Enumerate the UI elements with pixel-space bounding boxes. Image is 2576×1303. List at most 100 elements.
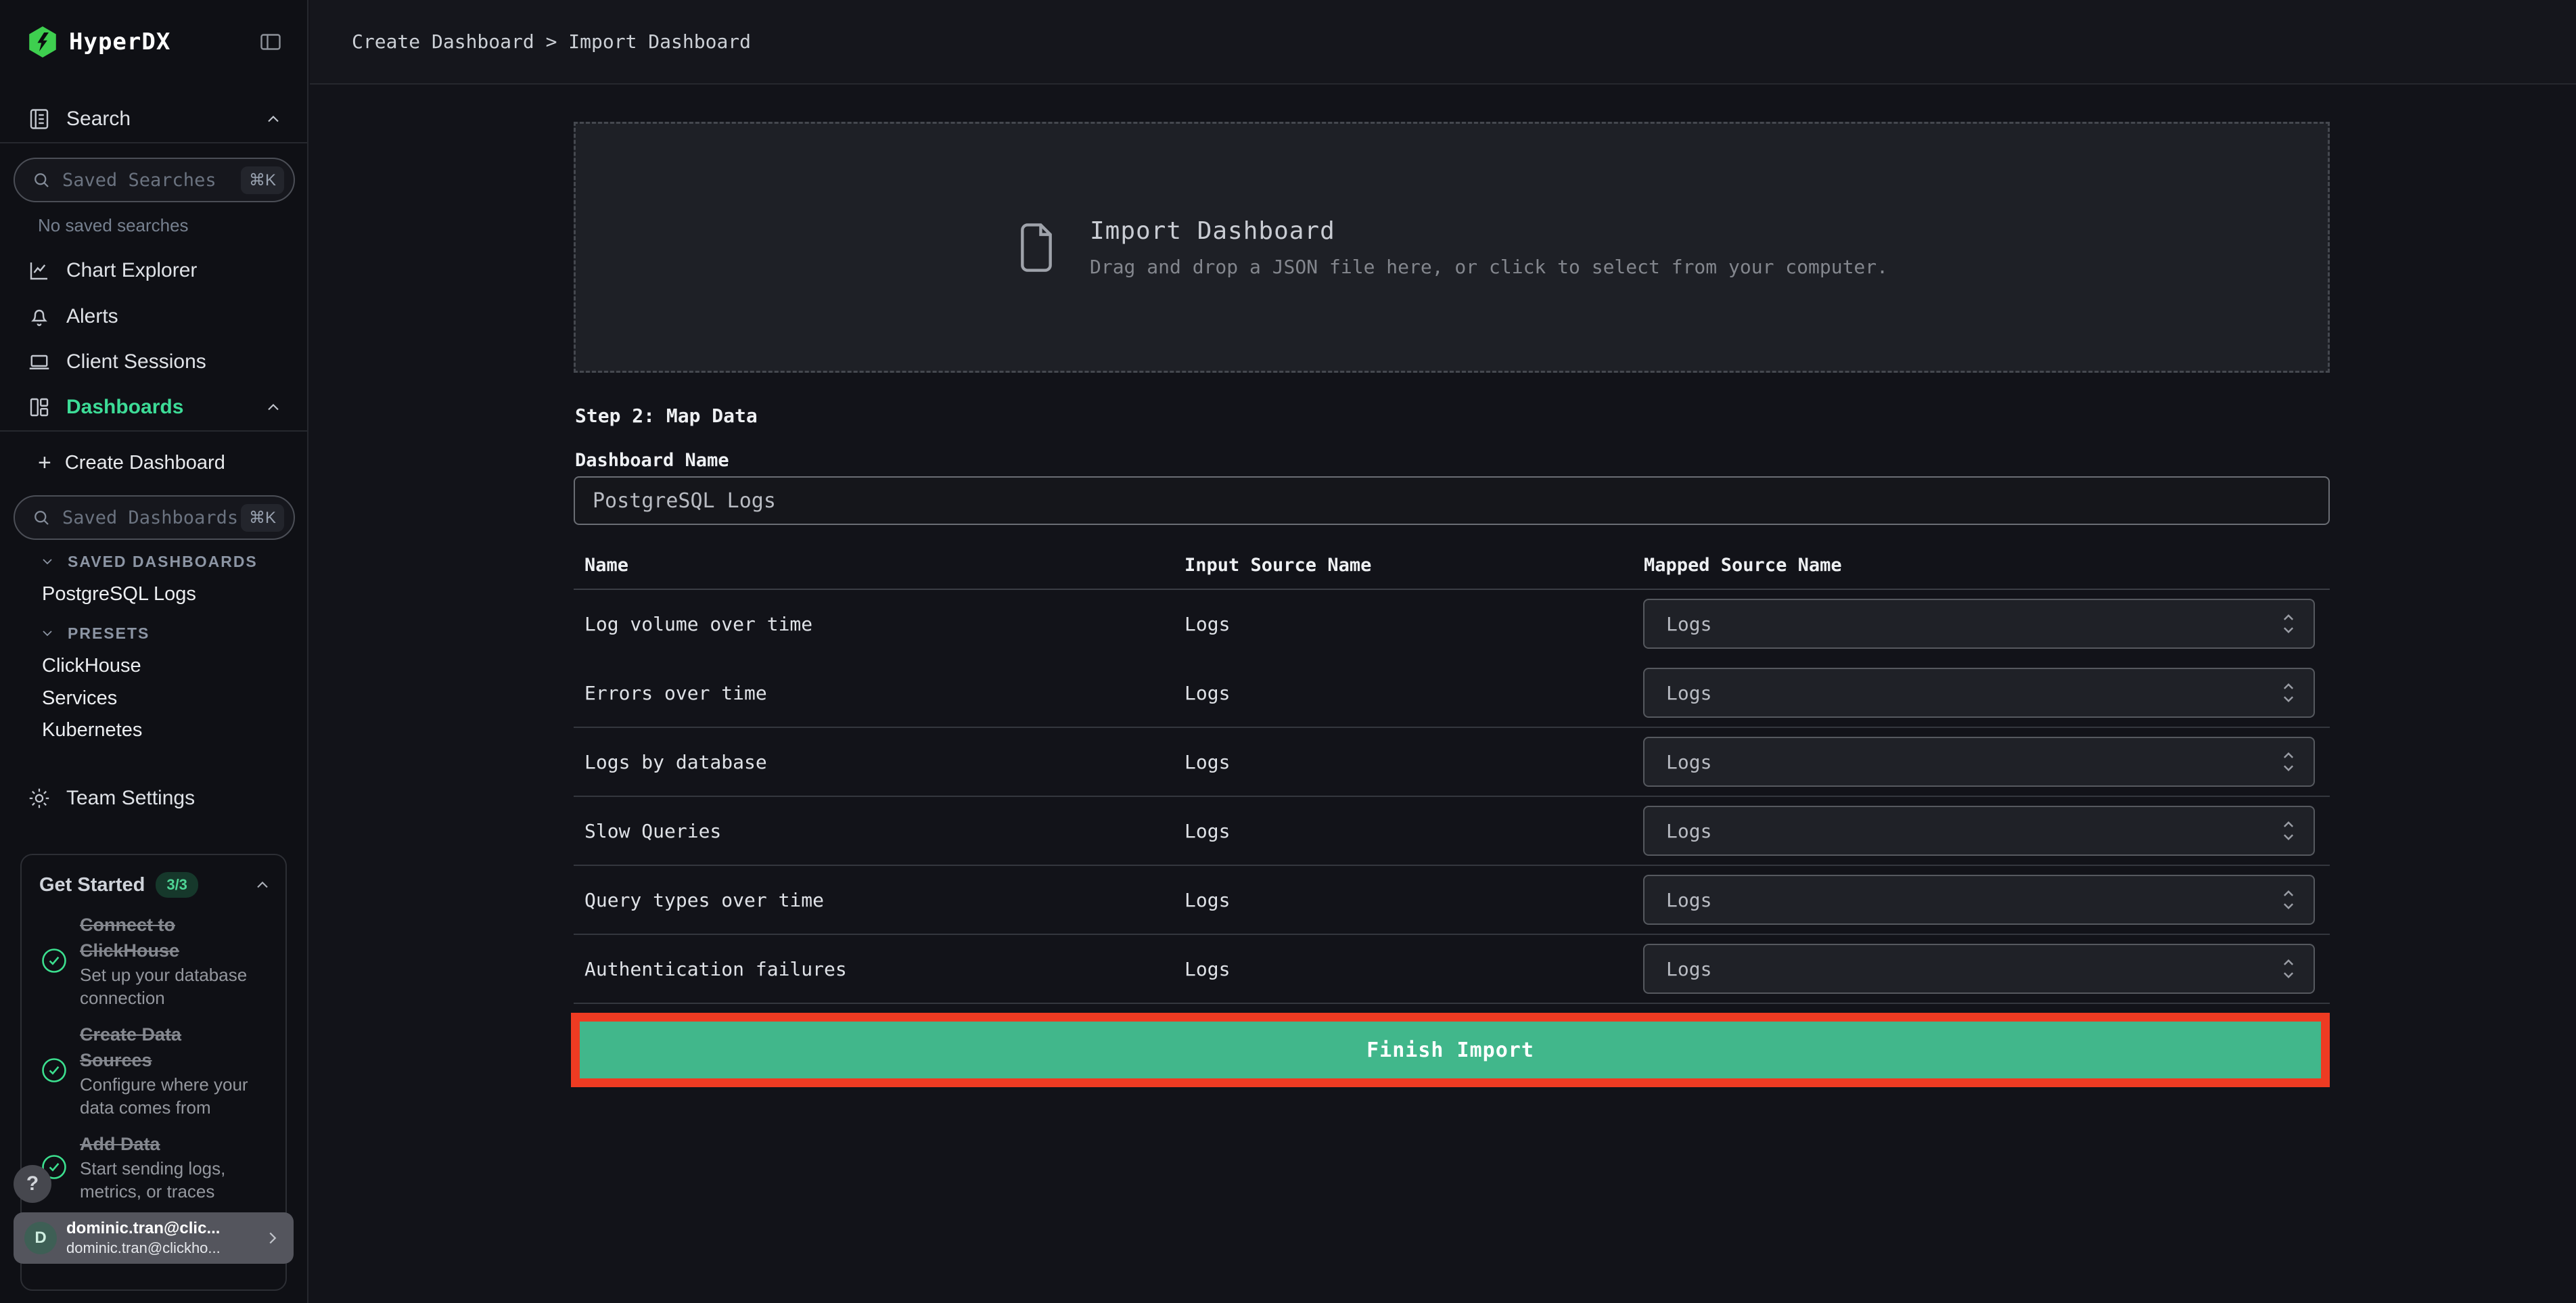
column-header-name: Name: [584, 554, 629, 576]
get-started-item-add-data[interactable]: Add Data Start sending logs, metrics, or…: [39, 1131, 272, 1203]
select-chevrons-icon: [2280, 886, 2297, 913]
sidebar-item-dashboards[interactable]: Dashboards: [27, 387, 283, 428]
preset-item-label: Kubernetes: [42, 718, 143, 741]
sidebar: HyperDX Search Saved Searches ⌘K No save…: [0, 0, 308, 1303]
cmd-k-shortcut: ⌘K: [240, 503, 284, 532]
chevron-up-icon[interactable]: [264, 398, 283, 417]
mapped-source-select[interactable]: Logs: [1643, 875, 2315, 925]
lightning-bolt-icon: [37, 32, 49, 51]
mapped-source-select[interactable]: Logs: [1643, 668, 2315, 718]
table-row: Query types over time Logs Logs: [574, 866, 2330, 935]
get-started-item-title: Add Data: [80, 1134, 160, 1154]
preset-item-label: Services: [42, 687, 118, 709]
get-started-item-desc: Set up your database connection: [80, 965, 248, 1008]
table-row: Authentication failures Logs Logs: [574, 935, 2330, 1004]
user-email-secondary: dominic.tran@clickho...: [66, 1239, 221, 1256]
get-started-item-title: Connect to ClickHouse: [80, 915, 180, 961]
file-icon: [1015, 219, 1057, 276]
row-input-source: Logs: [1184, 750, 1230, 773]
team-settings-label: Team Settings: [66, 787, 196, 809]
saved-searches-placeholder: Saved Searches: [62, 169, 216, 191]
dashboard-grid-icon: [27, 395, 51, 419]
mapped-source-select[interactable]: Logs: [1643, 737, 2315, 787]
get-started-item-desc: Configure where your data comes from: [80, 1074, 248, 1118]
laptop-icon: [27, 350, 51, 374]
sidebar-item-chart-explorer[interactable]: Chart Explorer: [27, 250, 283, 291]
sidebar-item-label: Dashboards: [66, 396, 184, 418]
column-header-input-source: Input Source Name: [1184, 554, 1372, 576]
saved-dashboards-placeholder: Saved Dashboards: [62, 507, 239, 528]
collapse-sidebar-button[interactable]: [258, 30, 283, 54]
breadcrumb[interactable]: Create Dashboard > Import Dashboard: [352, 30, 751, 53]
help-button[interactable]: ?: [14, 1165, 51, 1203]
user-account-button[interactable]: D dominic.tran@clic... dominic.tran@clic…: [14, 1212, 294, 1264]
dashboard-name-input[interactable]: [574, 476, 2330, 525]
select-value: Logs: [1666, 612, 1712, 635]
step-title: Step 2: Map Data: [575, 404, 758, 427]
create-dashboard-button[interactable]: + Create Dashboard: [38, 444, 283, 482]
mapped-source-select[interactable]: Logs: [1643, 944, 2315, 994]
row-name: Log volume over time: [584, 612, 813, 635]
chevron-up-icon[interactable]: [264, 110, 283, 129]
get-started-items: Connect to ClickHouse Set up your databa…: [39, 912, 272, 1203]
dashboard-name-label: Dashboard Name: [575, 449, 729, 471]
select-value: Logs: [1666, 750, 1712, 773]
row-input-source: Logs: [1184, 957, 1230, 980]
get-started-item-desc: Start sending logs, metrics, or traces: [80, 1158, 226, 1202]
row-name: Errors over time: [584, 681, 767, 704]
get-started-item-connect[interactable]: Connect to ClickHouse Set up your databa…: [39, 912, 272, 1009]
sidebar-dashboard-postgresql-logs[interactable]: PostgreSQL Logs: [42, 578, 283, 610]
sidebar-item-alerts[interactable]: Alerts: [27, 296, 283, 337]
get-started-item-sources[interactable]: Create Data Sources Configure where your…: [39, 1022, 272, 1119]
chevron-up-icon[interactable]: [253, 875, 272, 894]
mapped-source-select[interactable]: Logs: [1643, 806, 2315, 856]
saved-dashboards-input[interactable]: Saved Dashboards ⌘K: [14, 495, 295, 540]
sidebar-item-label: Alerts: [66, 305, 118, 327]
app-title: HyperDX: [69, 28, 171, 55]
saved-searches-input[interactable]: Saved Searches ⌘K: [14, 158, 295, 202]
get-started-header[interactable]: Get Started 3/3: [39, 870, 272, 900]
user-email-primary: dominic.tran@clic...: [66, 1219, 221, 1237]
cmd-k-shortcut: ⌘K: [240, 166, 284, 194]
sidebar-preset-services[interactable]: Services: [42, 682, 283, 714]
sidebar-section-search[interactable]: Search: [27, 103, 283, 135]
avatar: D: [24, 1222, 57, 1254]
sidebar-preset-clickhouse[interactable]: ClickHouse: [42, 649, 283, 682]
finish-import-button[interactable]: Finish Import: [571, 1013, 2330, 1087]
column-header-mapped-source: Mapped Source Name: [1644, 554, 1842, 576]
presets-group-header[interactable]: PRESETS: [39, 621, 283, 645]
gear-icon: [27, 786, 51, 810]
question-mark-icon: ?: [26, 1172, 39, 1195]
sidebar-divider: [0, 142, 307, 143]
search-icon: [31, 170, 51, 190]
sidebar-item-client-sessions[interactable]: Client Sessions: [27, 342, 283, 382]
select-chevrons-icon: [2280, 817, 2297, 844]
row-name: Authentication failures: [584, 957, 847, 980]
json-dropzone[interactable]: Import Dashboard Drag and drop a JSON fi…: [574, 122, 2330, 373]
chevron-down-icon: [43, 559, 52, 565]
sidebar-preset-kubernetes[interactable]: Kubernetes: [42, 714, 283, 746]
topbar: Create Dashboard > Import Dashboard: [310, 0, 2576, 85]
dashboard-item-label: PostgreSQL Logs: [42, 582, 196, 605]
row-input-source: Logs: [1184, 888, 1230, 911]
select-chevrons-icon: [2280, 955, 2297, 982]
row-name: Slow Queries: [584, 819, 722, 842]
dropzone-subtitle: Drag and drop a JSON file here, or click…: [1089, 255, 1889, 278]
chevron-right-icon: [262, 1228, 283, 1248]
table-header: Name Input Source Name Mapped Source Nam…: [574, 551, 2330, 578]
row-input-source: Logs: [1184, 612, 1230, 635]
no-saved-searches-text: No saved searches: [38, 215, 189, 235]
select-chevrons-icon: [2280, 679, 2297, 706]
import-dashboard-page: Import Dashboard Drag and drop a JSON fi…: [571, 86, 2330, 1303]
saved-dashboards-group-header[interactable]: SAVED DASHBOARDS: [39, 549, 283, 574]
progress-badge: 3/3: [156, 872, 198, 898]
row-name: Logs by database: [584, 750, 767, 773]
chevron-down-icon: [43, 631, 52, 637]
select-value: Logs: [1666, 888, 1712, 911]
mapped-source-select[interactable]: Logs: [1643, 599, 2315, 649]
bell-icon: [27, 304, 51, 329]
table-row: Logs by database Logs Logs: [574, 728, 2330, 797]
table-row: Errors over time Logs Logs: [574, 659, 2330, 728]
sidebar-item-team-settings[interactable]: Team Settings: [27, 778, 283, 819]
logo-row: HyperDX: [27, 24, 283, 60]
